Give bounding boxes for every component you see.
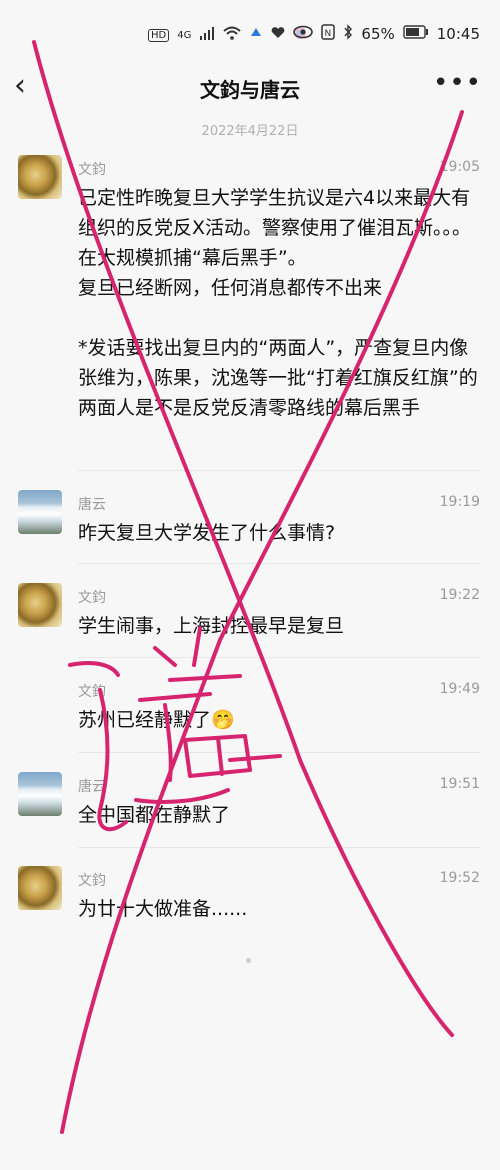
message-time: 19:51: [439, 776, 480, 792]
message-text[interactable]: 全中国都在静默了: [78, 800, 482, 830]
message-text[interactable]: 已定性昨晚复旦大学学生抗议是六4以来最大有组织的反党反X活动。警察使用了催泪瓦斯…: [78, 183, 482, 423]
avatar[interactable]: [18, 155, 62, 199]
message-time: 19:49: [439, 681, 480, 697]
message-text[interactable]: 学生闹事，上海封控最早是复旦: [78, 611, 482, 641]
message-time: 19:22: [439, 587, 480, 603]
status-right: N 65% 10:45: [293, 24, 480, 44]
message-sender: 文鈞: [78, 873, 106, 889]
chat-header: ‹ 文鈞与唐云 •••: [0, 60, 500, 112]
divider: [78, 470, 480, 471]
avatar[interactable]: [18, 490, 62, 534]
heart-icon: [271, 26, 285, 44]
divider: [78, 563, 480, 564]
eye-icon: [293, 25, 314, 43]
message-sender: 文鈞: [78, 590, 106, 606]
message-sender: 唐云: [78, 497, 106, 513]
status-bar: HD 4G N 65% 10:45: [0, 0, 500, 60]
avatar[interactable]: [18, 866, 62, 910]
message-text[interactable]: 昨天复旦大学发生了什么事情?: [78, 518, 482, 548]
app-notification-icon: [249, 26, 263, 44]
battery-percent: 65%: [361, 25, 395, 43]
divider: [78, 752, 480, 753]
message-time: 19:19: [439, 494, 480, 510]
svg-text:N: N: [325, 29, 332, 39]
battery-icon: [403, 25, 429, 43]
network-4g-icon: 4G: [177, 29, 192, 41]
message-sender: 文鈞: [78, 162, 106, 178]
status-left-icons: HD 4G: [148, 26, 307, 44]
avatar[interactable]: [18, 583, 62, 627]
avatar[interactable]: [18, 772, 62, 816]
scribble-left-mark: [68, 661, 120, 677]
more-options-icon[interactable]: •••: [433, 68, 482, 98]
nfc-icon: N: [321, 24, 336, 44]
signal-icon: [199, 26, 215, 44]
scribble-character-3: [183, 734, 252, 778]
chat-title: 文鈞与唐云: [200, 78, 300, 102]
scroll-indicator: [246, 958, 251, 963]
bluetooth-icon: [343, 24, 353, 44]
divider: [78, 657, 480, 658]
scribble-character-4: [228, 754, 282, 762]
divider: [78, 847, 480, 848]
message-text[interactable]: 为廿十大做准备......: [78, 894, 482, 924]
date-separator: 2022年4月22日: [201, 124, 299, 139]
message-time: 19:52: [439, 870, 480, 886]
wifi-icon: [223, 26, 242, 44]
message-text[interactable]: 苏州已经静默了🤭: [78, 705, 482, 735]
clock: 10:45: [436, 25, 480, 43]
handwritten-annotation: [32, 40, 464, 1134]
message-sender: 文鈞: [78, 684, 106, 700]
hd-icon: HD: [148, 28, 170, 42]
message-time: 19:05: [439, 159, 480, 175]
message-sender: 唐云: [78, 779, 106, 795]
